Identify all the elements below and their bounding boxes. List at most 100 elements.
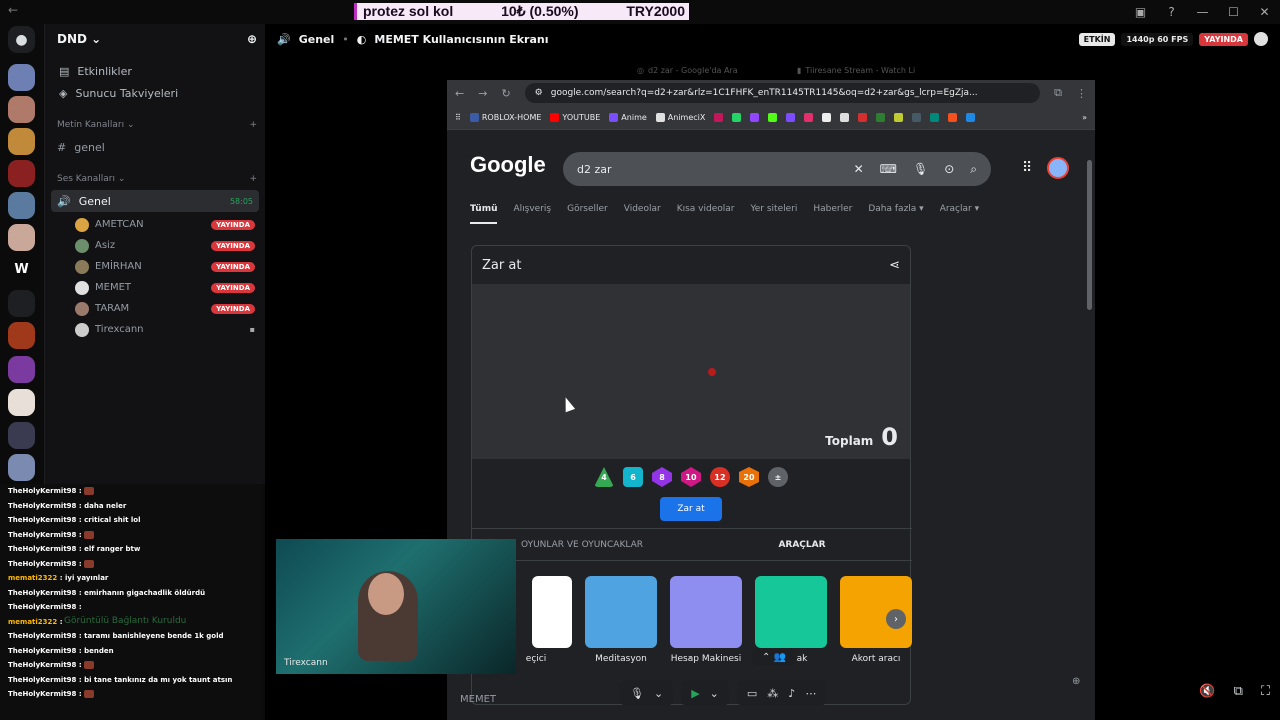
voice-user[interactable]: MEMET YAYINDA — [75, 277, 265, 298]
kick-icon[interactable] — [768, 113, 778, 122]
bookmark-icon[interactable] — [786, 113, 796, 122]
server-icon[interactable] — [8, 322, 35, 349]
camera-button[interactable]: ▶ ⌄ — [681, 680, 729, 706]
scrollbar[interactable] — [1087, 160, 1092, 310]
voice-user[interactable]: TARAM YAYINDA — [75, 298, 265, 319]
server-icon[interactable] — [8, 192, 35, 219]
tab-stream[interactable]: ▮ Tiiresane Stream - Watch Li — [797, 60, 915, 80]
die-button[interactable]: 4 — [594, 467, 614, 487]
back-icon[interactable]: ← — [455, 87, 464, 100]
participants-button[interactable]: ⌃ 👥 — [752, 648, 796, 666]
search-input[interactable]: d2 zar ✕ ⌨ 🎙 ⊙ ⌕ — [563, 152, 991, 186]
tiktok-icon[interactable] — [822, 113, 832, 122]
die-button[interactable]: 20 — [739, 467, 759, 487]
maximize-icon[interactable]: ☐ — [1218, 5, 1249, 19]
w-server-icon[interactable]: W — [8, 256, 35, 283]
fullscreen-icon[interactable]: ⛶ — [1261, 684, 1270, 699]
tool-tile[interactable]: Hesap Makinesi — [670, 576, 742, 664]
voice-user[interactable]: AMETCAN YAYINDA — [75, 214, 265, 235]
bookmark-icon[interactable] — [714, 113, 724, 122]
bookmark-icon[interactable] — [894, 113, 904, 122]
server-icon[interactable] — [8, 454, 35, 481]
tab-tools[interactable]: ARAÇLAR — [692, 540, 912, 550]
menu-icon[interactable]: ⋮ — [1076, 87, 1087, 100]
site-info-icon[interactable]: ⚙ — [535, 88, 543, 98]
more-icon[interactable]: ⋯ — [805, 687, 816, 700]
whatsapp-icon[interactable] — [732, 113, 742, 122]
activities-icon[interactable]: ⁂ — [767, 687, 778, 700]
lens-icon[interactable]: ⊙ — [944, 162, 954, 177]
add-channel-icon[interactable]: + — [249, 174, 257, 184]
keyboard-icon[interactable]: ⌨ — [880, 162, 897, 177]
bookmark-animecix[interactable]: AnimeciX — [655, 113, 705, 122]
clear-icon[interactable]: ✕ — [854, 162, 864, 177]
add-channel-icon[interactable]: + — [249, 120, 257, 130]
server-header[interactable]: DND ⌄ ⊕ — [45, 24, 265, 54]
filter-tab[interactable]: Kısa videolar — [677, 204, 735, 224]
account-avatar[interactable] — [1047, 157, 1069, 179]
inbox-icon[interactable]: ▣ — [1125, 5, 1156, 19]
die-button[interactable]: 8 — [652, 467, 672, 487]
server-icon[interactable] — [8, 64, 35, 91]
soundboard-icon[interactable]: ♪ — [788, 687, 795, 700]
carousel-next-icon[interactable]: › — [886, 609, 906, 629]
share-icon[interactable]: ⋖ — [889, 258, 900, 273]
reload-icon[interactable]: ↻ — [501, 87, 510, 100]
forward-icon[interactable]: → — [478, 87, 487, 100]
google-logo[interactable]: Google — [470, 152, 546, 178]
folder-icon[interactable] — [8, 290, 35, 317]
die-button[interactable]: ± — [768, 467, 788, 487]
filter-tab[interactable]: Yer siteleri — [750, 204, 797, 224]
stream-avatar[interactable] — [1254, 32, 1268, 46]
bookmark-icon[interactable] — [912, 113, 922, 122]
voice-category[interactable]: Ses Kanalları ⌄ + — [45, 170, 265, 188]
mute-stream-icon[interactable]: 🔇 — [1199, 684, 1215, 699]
filter-tab[interactable]: Videolar — [624, 204, 661, 224]
tool-tile[interactable]: Meditasyon — [585, 576, 657, 664]
mic-icon[interactable]: 🎙 — [913, 162, 928, 177]
bookmark-icon[interactable] — [876, 113, 886, 122]
voice-user[interactable]: EMİRHAN YAYINDA — [75, 256, 265, 277]
server-icon[interactable] — [8, 128, 35, 155]
x-icon[interactable] — [840, 113, 850, 122]
instagram-icon[interactable] — [804, 113, 814, 122]
back-arrow-icon[interactable]: ← — [8, 3, 18, 17]
bookmark-anime[interactable]: Anime — [609, 113, 647, 122]
twitch-icon[interactable] — [750, 113, 760, 122]
filter-tab[interactable]: Tümü — [470, 204, 498, 224]
tab-search[interactable]: ◎ d2 zar - Google'da Ara — [637, 60, 738, 80]
more-bookmarks-icon[interactable]: » — [1082, 113, 1087, 122]
add-friend-icon[interactable]: ⊕ — [247, 32, 257, 46]
minimize-icon[interactable]: — — [1187, 5, 1218, 19]
zoom-icon[interactable]: ⊕ — [1072, 676, 1080, 687]
bookmark-icon[interactable] — [966, 113, 976, 122]
bookmark-youtube[interactable]: YOUTUBE — [550, 113, 600, 122]
server-icon[interactable] — [8, 224, 35, 251]
bookmark-icon[interactable] — [948, 113, 958, 122]
voice-channel-genel[interactable]: 🔊 Genel 58:05 — [51, 190, 259, 212]
filter-tab[interactable]: Görseller — [567, 204, 608, 224]
mic-button[interactable]: 🎙 ⌄ — [620, 680, 674, 706]
filter-tab[interactable]: Daha fazla ▾ — [868, 204, 923, 224]
screen-share-icon[interactable]: ▭ — [747, 687, 757, 700]
die-button[interactable]: 6 — [623, 467, 643, 487]
nav-boosts[interactable]: ◈ Sunucu Takviyeleri — [53, 82, 257, 104]
die-button[interactable]: 12 — [710, 467, 730, 487]
server-icon[interactable] — [8, 422, 35, 449]
server-icon[interactable] — [8, 356, 35, 383]
popout-icon[interactable]: ⧉ — [1234, 684, 1243, 699]
filter-tab[interactable]: Alışveriş — [513, 204, 551, 224]
nav-events[interactable]: ▤ Etkinlikler — [53, 60, 257, 82]
url-input[interactable]: ⚙ google.com/search?q=d2+zar&rlz=1C1FHFK… — [524, 83, 1041, 103]
extensions-icon[interactable]: ⧉ — [1054, 86, 1062, 100]
channel-genel[interactable]: # genel — [51, 136, 259, 158]
apps-grid-icon[interactable]: ⠿ — [1022, 160, 1032, 176]
close-icon[interactable]: ✕ — [1249, 5, 1280, 19]
server-icon[interactable] — [8, 389, 35, 416]
help-icon[interactable]: ? — [1156, 5, 1187, 19]
voice-user[interactable]: Asiz YAYINDA — [75, 235, 265, 256]
filter-tab[interactable]: Haberler — [813, 204, 852, 224]
bookmark-icon[interactable] — [930, 113, 940, 122]
discord-home-icon[interactable]: ● — [8, 26, 35, 53]
expand-icon[interactable]: ⌃ — [686, 656, 694, 667]
